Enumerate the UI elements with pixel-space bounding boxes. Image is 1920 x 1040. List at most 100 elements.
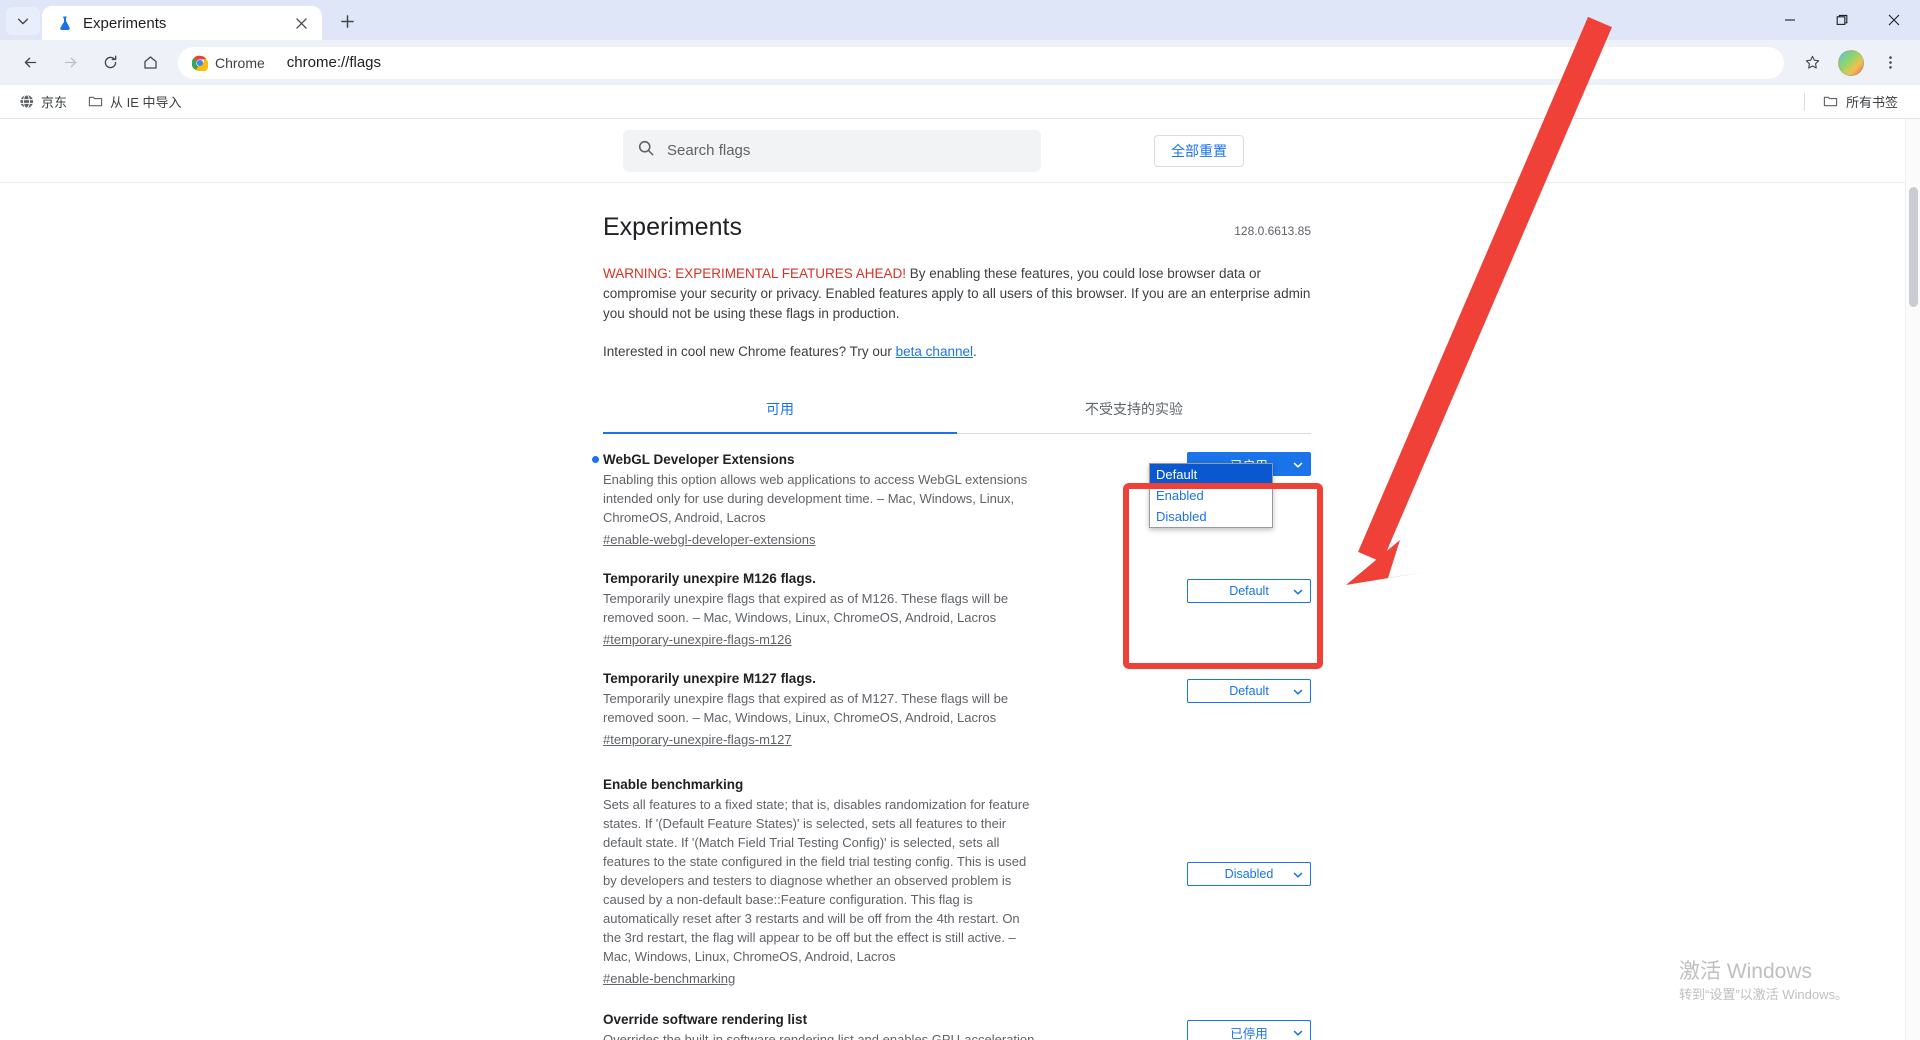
home-icon[interactable] [133, 46, 167, 80]
flag-description: Overrides the built-in software renderin… [603, 1032, 1035, 1040]
tab-search-icon[interactable] [6, 7, 40, 35]
search-input[interactable] [667, 142, 1027, 159]
url-text: chrome://flags [286, 54, 382, 71]
tab-available[interactable]: 可用 [603, 387, 957, 434]
site-chip-label: Chrome [215, 54, 265, 71]
flag-details: Override software rendering list Overrid… [603, 1012, 1035, 1040]
warning-text: WARNING: EXPERIMENTAL FEATURES AHEAD! By… [603, 264, 1311, 324]
chevron-down-icon [1293, 459, 1303, 469]
globe-icon [18, 94, 34, 110]
watermark-line-2: 转到“设置”以激活 Windows。 [1678, 987, 1848, 1002]
beta-suffix: . [972, 344, 977, 359]
new-tab-button[interactable] [330, 4, 364, 38]
flag-id-link[interactable]: #enable-benchmarking [603, 971, 735, 986]
search-box[interactable] [623, 129, 1041, 172]
flag-entry: Enable benchmarking Sets all features to… [603, 749, 1311, 988]
flag-id-link[interactable]: #temporary-unexpire-flags-m127 [603, 732, 792, 747]
flag-description: Sets all features to a fixed state; that… [603, 797, 1030, 964]
flag-title: Temporarily unexpire M127 flags. [603, 671, 1035, 686]
flag-title-text: Temporarily unexpire M126 flags. [603, 571, 816, 586]
page-scrollbar[interactable] [1905, 119, 1920, 1040]
flag-select[interactable]: 已停用 [1187, 1020, 1311, 1040]
reload-icon[interactable] [93, 46, 127, 80]
more-menu-icon[interactable] [1873, 46, 1907, 80]
all-bookmarks-button[interactable]: 所有书签 [1815, 89, 1906, 115]
back-icon[interactable] [13, 46, 47, 80]
tab-unsupported[interactable]: 不受支持的实验 [957, 387, 1311, 433]
chevron-down-icon [1293, 1027, 1303, 1037]
close-window-icon[interactable] [1868, 0, 1920, 40]
flag-select-value: 已停用 [1230, 1026, 1268, 1040]
flag-select[interactable]: Disabled [1187, 862, 1311, 886]
avatar[interactable] [1838, 49, 1864, 76]
bookmarks-divider [1803, 92, 1805, 111]
reset-all-button[interactable]: 全部重置 [1154, 134, 1244, 167]
beta-channel-link[interactable]: beta channel [896, 344, 973, 359]
beta-line: Interested in cool new Chrome features? … [603, 344, 1311, 359]
flag-description: Temporarily unexpire flags that expired … [603, 691, 1009, 725]
flags-page: 全部重置 Experiments 128.0.6613.85 WARNING: … [0, 119, 1920, 1040]
dropdown-option-default[interactable]: Default [1150, 464, 1272, 485]
browser-window: Experiments Chrome chrome://flags 京东 从 I… [0, 0, 1920, 1040]
dropdown-option-disabled[interactable]: Disabled [1150, 506, 1272, 527]
flag-title: Enable benchmarking [603, 777, 1035, 792]
open-dropdown[interactable]: Default Enabled Disabled [1149, 463, 1273, 528]
flag-control: Disabled [1035, 777, 1311, 988]
flag-details: Temporarily unexpire M126 flags. Tempora… [603, 571, 1035, 649]
flag-title-text: Enable benchmarking [603, 777, 744, 792]
beta-prefix: Interested in cool new Chrome features? … [603, 344, 896, 359]
flag-select[interactable]: Default [1187, 679, 1311, 703]
flag-title-text: WebGL Developer Extensions [603, 452, 795, 467]
flask-icon [56, 14, 74, 32]
watermark-line-1: 激活 Windows [1678, 960, 1813, 983]
flag-title-text: Temporarily unexpire M127 flags. [603, 671, 816, 686]
star-icon[interactable] [1795, 46, 1829, 80]
flag-title: Override software rendering list [603, 1012, 1035, 1027]
bookmark-label: 京东 [41, 95, 68, 110]
flag-details: Enable benchmarking Sets all features to… [603, 777, 1035, 988]
flag-description: Temporarily unexpire flags that expired … [603, 591, 1009, 625]
flag-title: WebGL Developer Extensions [592, 452, 1035, 467]
flag-id-link[interactable]: #enable-webgl-developer-extensions [603, 532, 815, 547]
maximize-icon[interactable] [1816, 0, 1868, 40]
all-bookmarks-label: 所有书签 [1845, 95, 1898, 110]
highlight-dot-icon [592, 456, 599, 463]
title-row: Experiments 128.0.6613.85 [603, 213, 1311, 242]
flag-select[interactable]: Default [1187, 579, 1311, 603]
flags-header: 全部重置 [0, 119, 1920, 183]
scrollbar-thumb[interactable] [1909, 187, 1918, 307]
flag-id-link[interactable]: #temporary-unexpire-flags-m126 [603, 632, 792, 647]
flag-description: Enabling this option allows web applicat… [603, 472, 1028, 525]
bookmarks-bar: 京东 从 IE 中导入 所有书签 [0, 85, 1920, 119]
flags-tabs: 可用 不受支持的实验 [603, 387, 1311, 434]
address-bar[interactable]: Chrome chrome://flags [178, 46, 1784, 79]
bookmark-folder-ie-import[interactable]: 从 IE 中导入 [79, 89, 190, 115]
version-label: 128.0.6613.85 [1234, 224, 1311, 238]
close-icon[interactable] [290, 12, 312, 34]
bookmark-item-jd[interactable]: 京东 [10, 89, 75, 115]
flag-select-value: Disabled [1224, 867, 1274, 881]
dropdown-option-list[interactable]: Default Enabled Disabled [1149, 463, 1273, 528]
page-title: Experiments [603, 213, 742, 241]
folder-icon [1823, 94, 1839, 110]
forward-icon [53, 46, 87, 80]
browser-tab[interactable]: Experiments [42, 6, 322, 40]
window-controls [1764, 0, 1920, 40]
chevron-down-icon [1293, 586, 1303, 596]
flags-content: Experiments 128.0.6613.85 WARNING: EXPER… [592, 183, 1311, 1040]
dropdown-option-enabled[interactable]: Enabled [1150, 485, 1272, 506]
flag-details: WebGL Developer Extensions Enabling this… [592, 452, 1035, 549]
tab-strip: Experiments [0, 0, 1920, 40]
flag-select-value: Default [1229, 584, 1269, 598]
browser-toolbar: Chrome chrome://flags [0, 40, 1920, 85]
flag-details: Temporarily unexpire M127 flags. Tempora… [603, 671, 1035, 749]
minimize-icon[interactable] [1764, 0, 1816, 40]
site-chip[interactable]: Chrome [184, 50, 277, 76]
folder-icon [87, 94, 103, 110]
flag-control: Default [1035, 571, 1311, 649]
search-icon [637, 139, 667, 162]
flag-title: Temporarily unexpire M126 flags. [603, 571, 1035, 586]
warning-bold: WARNING: EXPERIMENTAL FEATURES AHEAD! [603, 266, 907, 281]
bookmark-label: 从 IE 中导入 [110, 95, 182, 110]
flag-control: 已停用 [1035, 1012, 1311, 1040]
